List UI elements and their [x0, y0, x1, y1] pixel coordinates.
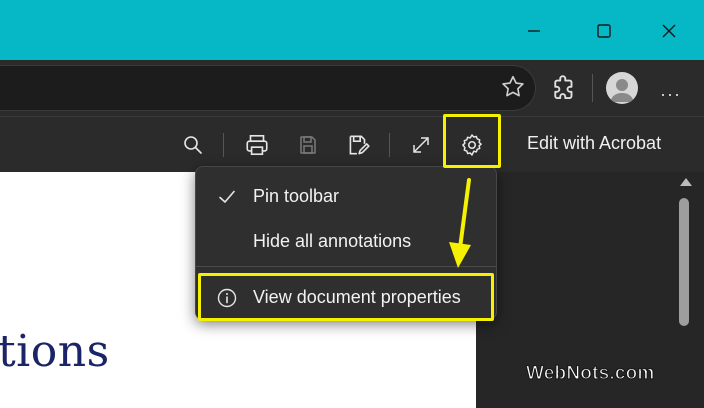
save-icon[interactable]	[292, 129, 324, 161]
address-row: ···	[0, 60, 704, 116]
minimize-button[interactable]	[514, 14, 554, 48]
save-as-icon[interactable]	[342, 129, 374, 161]
browser-window: ··· Edit with Acrobat tions WebNots.com …	[0, 0, 704, 408]
document-heading-text: tions	[0, 326, 110, 377]
divider	[389, 133, 390, 157]
search-icon[interactable]	[177, 129, 209, 161]
view-properties-highlight-box	[198, 273, 494, 321]
pointer-arrow-icon	[449, 178, 471, 268]
watermark: WebNots.com	[525, 362, 655, 384]
close-button[interactable]	[649, 14, 689, 48]
edit-with-acrobat-button[interactable]: Edit with Acrobat	[527, 133, 661, 154]
scroll-up-icon[interactable]	[680, 178, 692, 186]
address-bar[interactable]	[0, 65, 536, 111]
avatar[interactable]	[606, 72, 638, 104]
divider	[223, 133, 224, 157]
gear-highlight-box	[443, 114, 501, 168]
more-options-button[interactable]: ···	[660, 84, 681, 105]
fullscreen-icon[interactable]	[405, 129, 437, 161]
check-icon	[216, 186, 238, 208]
menu-item-label: Hide all annotations	[253, 231, 412, 251]
close-icon	[662, 24, 676, 38]
puzzle-icon[interactable]	[549, 73, 579, 103]
maximize-button[interactable]	[584, 14, 624, 48]
scrollbar-thumb[interactable]	[679, 198, 689, 326]
menu-item-label: Pin toolbar	[253, 186, 340, 206]
maximize-icon	[597, 24, 611, 38]
print-icon[interactable]	[241, 129, 273, 161]
vertical-scrollbar[interactable]	[676, 172, 696, 408]
pdf-toolbar: Edit with Acrobat	[0, 116, 704, 172]
star-icon[interactable]	[499, 73, 527, 101]
minimize-icon	[528, 30, 540, 32]
divider	[592, 74, 593, 102]
title-bar	[0, 0, 704, 60]
